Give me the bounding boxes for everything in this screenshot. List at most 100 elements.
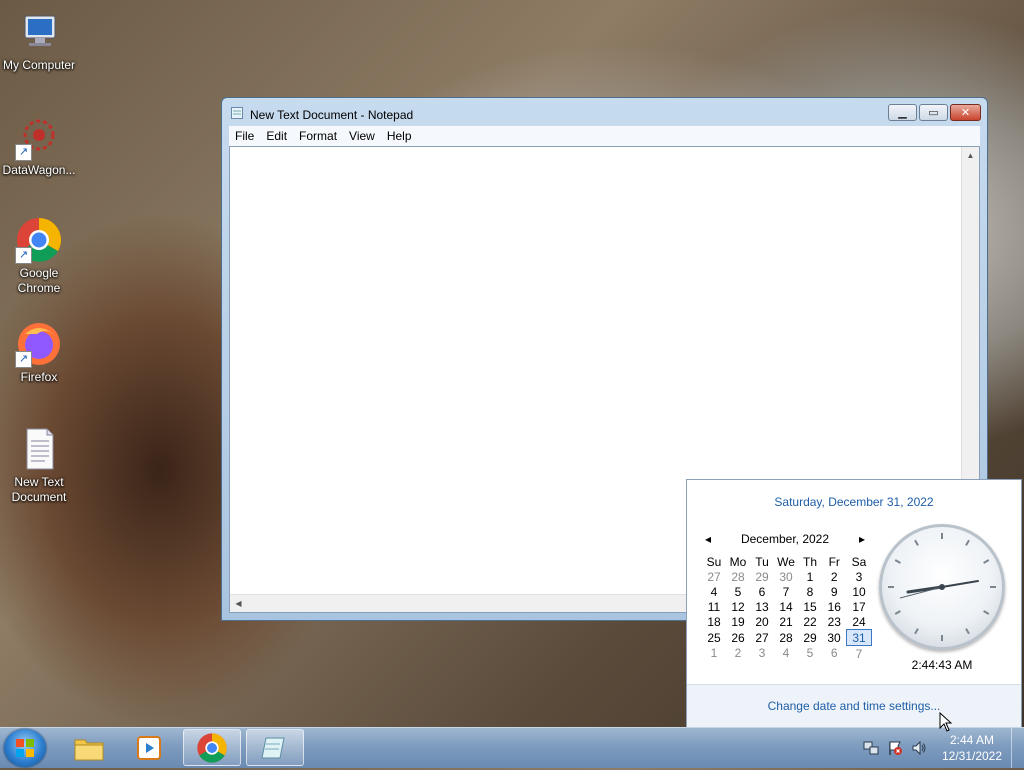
calendar-day[interactable]: 27: [750, 630, 774, 646]
calendar-day[interactable]: 2: [726, 646, 750, 662]
folder-icon: [74, 739, 104, 760]
menu-help[interactable]: Help: [381, 129, 418, 143]
calendar-day[interactable]: 1: [798, 569, 822, 584]
clock-time-label: 2:44:43 AM: [911, 658, 973, 672]
weekday-header: Tu: [755, 554, 769, 569]
start-button[interactable]: [4, 729, 46, 767]
menu-bar: File Edit Format View Help: [229, 126, 980, 146]
desktop-icon-google-chrome[interactable]: ↗ Google Chrome: [0, 216, 78, 296]
window-titlebar[interactable]: New Text Document - Notepad: [230, 106, 413, 123]
weekday-header: Su: [706, 554, 722, 569]
weekday-header: Fr: [828, 554, 840, 569]
prev-month-icon[interactable]: ◂: [705, 532, 711, 546]
calendar-day[interactable]: 3: [750, 646, 774, 662]
calendar-day[interactable]: 26: [726, 630, 750, 646]
calendar-day[interactable]: 27: [702, 569, 726, 584]
calendar-day[interactable]: 29: [798, 630, 822, 646]
taskbar-explorer-button[interactable]: [60, 729, 118, 766]
datawagon-icon: ↗: [15, 113, 63, 161]
scroll-up-icon[interactable]: ▲: [962, 147, 979, 164]
minimize-icon: ▁: [898, 107, 907, 119]
calendar-day[interactable]: 7: [847, 646, 872, 662]
network-icon[interactable]: [862, 740, 880, 756]
desktop-icon-my-computer[interactable]: My Computer: [0, 8, 78, 73]
calendar-day[interactable]: 2: [822, 569, 847, 584]
close-button[interactable]: ✕: [950, 104, 981, 121]
analog-clock: [879, 524, 1005, 650]
calendar-grid: Su Mo Tu We Th Fr Sa 27 28 29 30 1 2 3 4…: [702, 554, 872, 661]
desktop-icon-label: Google Chrome: [17, 266, 61, 295]
calendar-day[interactable]: 13: [750, 599, 774, 614]
calendar-day[interactable]: 24: [847, 614, 872, 630]
menu-file[interactable]: File: [229, 129, 260, 143]
weekday-header: Th: [802, 554, 817, 569]
desktop-icon-new-text-document[interactable]: New Text Document: [0, 425, 78, 505]
taskbar-clock[interactable]: 2:44 AM 12/31/2022: [937, 732, 1007, 764]
maximize-button[interactable]: ▭: [919, 104, 948, 121]
menu-view[interactable]: View: [343, 129, 381, 143]
calendar-day[interactable]: 20: [750, 614, 774, 630]
calendar-day[interactable]: 8: [798, 584, 822, 599]
desktop-icon-datawagon[interactable]: ↗ DataWagon...: [0, 113, 78, 178]
long-date-link[interactable]: Saturday, December 31, 2022: [687, 495, 1021, 509]
calendar-day[interactable]: 30: [774, 569, 798, 584]
month-label[interactable]: December, 2022: [741, 532, 829, 546]
calendar-day[interactable]: 15: [798, 599, 822, 614]
calendar-day[interactable]: 25: [702, 630, 726, 646]
minimize-button[interactable]: ▁: [888, 104, 917, 121]
calendar-day[interactable]: 22: [798, 614, 822, 630]
calendar-day[interactable]: 5: [798, 646, 822, 662]
calendar-day[interactable]: 29: [750, 569, 774, 584]
show-desktop-button[interactable]: [1011, 728, 1024, 768]
taskbar-chrome-button[interactable]: [183, 729, 241, 766]
change-date-time-settings-link[interactable]: Change date and time settings...: [687, 684, 1021, 727]
menu-edit[interactable]: Edit: [260, 129, 293, 143]
taskbar-media-player-button[interactable]: [120, 729, 178, 766]
calendar-day[interactable]: 7: [774, 584, 798, 599]
text-file-icon: [15, 425, 63, 473]
taskbar-clock-date: 12/31/2022: [941, 749, 1003, 763]
weekday-header: We: [777, 554, 795, 569]
next-month-icon[interactable]: ▸: [859, 532, 865, 546]
calendar-day[interactable]: 23: [822, 614, 847, 630]
taskbar: 2:44 AM 12/31/2022: [0, 727, 1024, 768]
calendar-day[interactable]: 10: [847, 584, 872, 599]
calendar-day[interactable]: 28: [726, 569, 750, 584]
taskbar-clock-time: 2:44 AM: [949, 733, 995, 747]
desktop-icon-label: My Computer: [2, 58, 76, 72]
volume-icon[interactable]: [910, 740, 928, 756]
calendar-day[interactable]: 28: [774, 630, 798, 646]
taskbar-notepad-button[interactable]: [246, 729, 304, 766]
calendar-day[interactable]: 6: [822, 646, 847, 662]
calendar-day[interactable]: 1: [702, 646, 726, 662]
calendar-day[interactable]: 9: [822, 584, 847, 599]
system-tray: 2:44 AM 12/31/2022: [859, 728, 1024, 768]
weekday-header: Mo: [729, 554, 747, 569]
calendar-day[interactable]: 17: [847, 599, 872, 614]
calendar-day[interactable]: 3: [847, 569, 872, 584]
calendar-day[interactable]: 4: [774, 646, 798, 662]
calendar-day[interactable]: 5: [726, 584, 750, 599]
calendar-day[interactable]: 19: [726, 614, 750, 630]
calendar-day-today[interactable]: 31: [846, 629, 872, 646]
calendar-day[interactable]: 6: [750, 584, 774, 599]
calendar-day[interactable]: 18: [702, 614, 726, 630]
calendar-day[interactable]: 16: [822, 599, 847, 614]
calendar-day[interactable]: 14: [774, 599, 798, 614]
notepad-icon: [230, 106, 244, 123]
close-icon: ✕: [960, 107, 971, 119]
action-center-flag-icon[interactable]: [886, 740, 904, 756]
shortcut-arrow-icon: ↗: [15, 247, 32, 264]
calendar-day[interactable]: 12: [726, 599, 750, 614]
calendar-day[interactable]: 4: [702, 584, 726, 599]
menu-format[interactable]: Format: [293, 129, 343, 143]
calendar-day[interactable]: 30: [822, 630, 847, 646]
calendar-day[interactable]: 21: [774, 614, 798, 630]
scroll-left-icon[interactable]: ◀: [230, 595, 247, 612]
desktop-icon-firefox[interactable]: ↗ Firefox: [0, 320, 78, 385]
window-title: New Text Document - Notepad: [250, 107, 414, 122]
media-player-icon: [137, 735, 161, 760]
firefox-icon: ↗: [15, 320, 63, 368]
desktop-icon-label: New Text Document: [11, 475, 67, 504]
calendar-day[interactable]: 11: [702, 599, 726, 614]
